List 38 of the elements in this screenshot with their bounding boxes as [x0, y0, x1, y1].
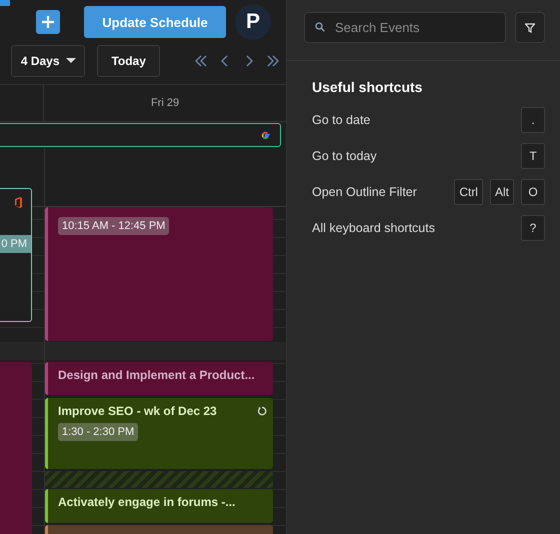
event-card[interactable]: 10:15 AM - 12:45 PM: [45, 207, 273, 341]
event-title: Design and Implement a Product...: [58, 368, 255, 383]
event-card[interactable]: Activately engage in forums -...: [45, 489, 273, 523]
avatar[interactable]: P: [235, 4, 271, 40]
shortcut-label: All keyboard shortcuts: [312, 221, 436, 235]
search-field[interactable]: Search Events: [304, 12, 506, 43]
search-icon: [315, 22, 325, 32]
key-cap: T: [521, 143, 545, 169]
event-title: Activately engage in forums -...: [58, 495, 236, 510]
google-icon: [260, 130, 271, 140]
key-cap: Ctrl: [454, 179, 483, 205]
double-chevron-right-icon: [266, 55, 280, 67]
event-time: 0 PM: [0, 235, 31, 253]
event-time: 10:15 AM - 12:45 PM: [58, 217, 170, 235]
key-cap: ?: [521, 215, 545, 241]
shortcut-label: Go to date: [312, 113, 372, 127]
shortcut-label: Open Outline Filter: [312, 185, 418, 199]
key-cap: O: [521, 179, 545, 205]
all-day-event[interactable]: [0, 123, 281, 147]
add-button[interactable]: [36, 10, 60, 34]
day-header: Fri 29: [150, 97, 180, 109]
event-time: 1:30 - 2:30 PM: [58, 423, 138, 441]
today-button[interactable]: Today: [97, 45, 160, 77]
shortcut-label: Go to today: [312, 149, 378, 163]
event-title: Improve SEO - wk of Dec 23: [58, 404, 217, 419]
double-chevron-left-icon: [194, 55, 208, 67]
key-cap: Alt: [490, 179, 514, 205]
event-card[interactable]: Improve SEO - wk of Dec 23 1:30 - 2:30 PM: [45, 398, 273, 469]
office-icon: [14, 197, 23, 208]
plus-icon: [41, 15, 55, 29]
tab-indicator: [0, 0, 10, 6]
filter-button[interactable]: [515, 12, 545, 43]
event-card[interactable]: Design and Implement a Product...: [45, 362, 273, 395]
caret-icon: [66, 58, 76, 64]
shortcuts-title: Useful shortcuts: [311, 78, 424, 97]
view-dropdown[interactable]: 4 Days: [11, 45, 86, 77]
key-cap: .: [521, 107, 545, 133]
filter-icon: [525, 22, 535, 32]
